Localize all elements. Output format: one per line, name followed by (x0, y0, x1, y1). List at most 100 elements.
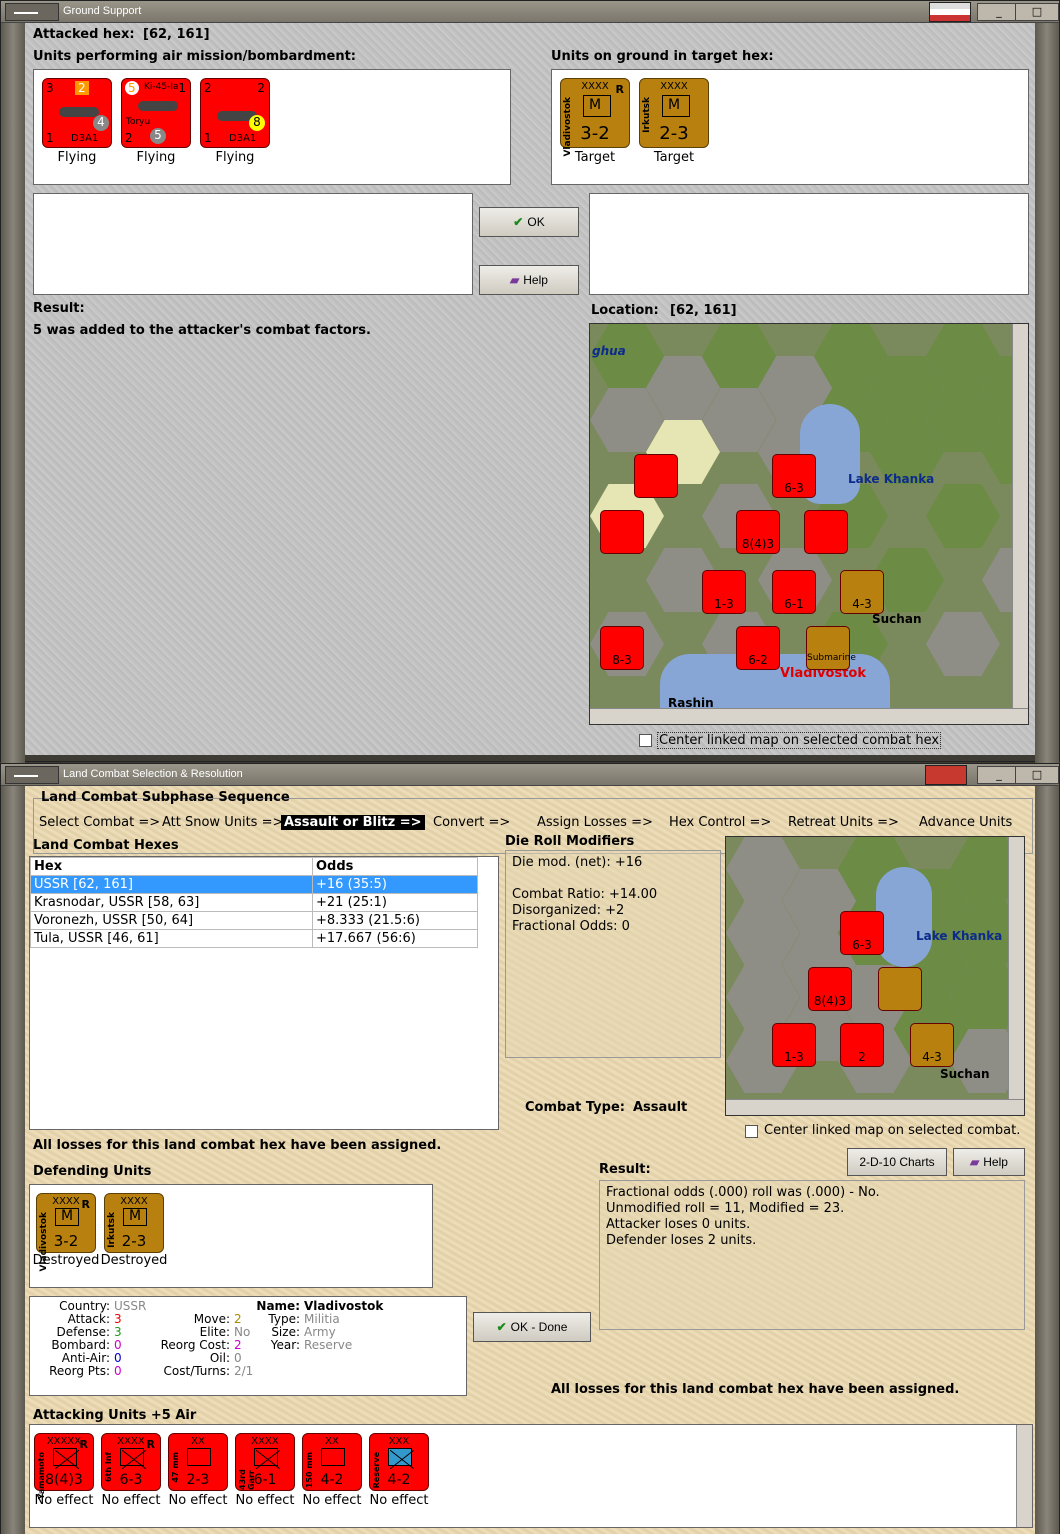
location-value: [62, 161] (670, 303, 737, 318)
infantry-symbol (120, 1448, 144, 1466)
attacker-5-status: No effect (302, 1493, 362, 1508)
attackers-scrollbar[interactable] (1016, 1425, 1032, 1527)
land-combat-window: Land Combat Selection & Resolution _ □ L… (0, 763, 1060, 1534)
target-unit-vladivostok[interactable]: XXXX R Vladivostok M 3-2 (560, 78, 630, 157)
map-unit[interactable]: 4-3 (840, 570, 884, 614)
window-title: Land Combat Selection & Resolution (63, 768, 243, 780)
marine-symbol (388, 1448, 412, 1466)
attacker-5[interactable]: XX 150 mm 4-2 (302, 1433, 362, 1491)
center-combat-map-checkbox[interactable] (745, 1125, 758, 1138)
left-frame (1, 786, 25, 1534)
attacker-6-status: No effect (369, 1493, 429, 1508)
attacker-3[interactable]: XX 47 mm 2-3 (168, 1433, 228, 1491)
hex-col-header[interactable]: Hex (30, 857, 313, 876)
map-unit[interactable]: 6-1 (772, 570, 816, 614)
map-unit[interactable]: 8(4)3 (808, 967, 852, 1011)
air-unit-2[interactable]: 5 Ki-45-Ia 1 Toryu 2 5 (121, 78, 191, 148)
charts-button[interactable]: 2-D-10 Charts (847, 1148, 947, 1176)
window-menu-button[interactable] (5, 3, 59, 21)
air-unit-1-status: Flying (57, 150, 97, 165)
result-panel: Fractional odds (.000) roll was (.000) -… (599, 1180, 1025, 1330)
garrison-symbol (254, 1448, 278, 1466)
flag-icon (925, 765, 967, 785)
hexes-label: Land Combat Hexes (33, 838, 179, 853)
defender-irkutsk[interactable]: XXXX Irkutsk M 2-3 (104, 1193, 164, 1253)
table-row[interactable]: Voronezh, USSR [50, 64] +8.333 (21.5:6) (30, 911, 478, 930)
odds-col-header[interactable]: Odds (312, 857, 478, 876)
drm-label: Die Roll Modifiers (505, 834, 635, 849)
attacker-2[interactable]: XXXX R 6th Inf 6-3 (101, 1433, 161, 1491)
map-unit[interactable]: 6-2 (736, 626, 780, 670)
infantry-symbol (53, 1448, 77, 1466)
table-row[interactable]: Krasnodar, USSR [58, 63] +21 (25:1) (30, 893, 478, 912)
attacking-label: Attacking Units +5 Air (33, 1408, 197, 1423)
attacked-hex-label: Attacked hex: (33, 27, 135, 42)
center-map-checkbox[interactable] (639, 734, 652, 747)
window-menu-button[interactable] (5, 766, 59, 784)
map-unit[interactable]: 1-3 (702, 570, 746, 614)
maximize-button[interactable]: □ (1015, 3, 1059, 21)
defender-2-status: Destroyed (100, 1253, 168, 1268)
combat-type-label: Combat Type: (525, 1100, 625, 1115)
flag-icon (929, 2, 971, 22)
defender-vladivostok[interactable]: XXXX R Vladivostok M 3-2 (36, 1193, 96, 1272)
result-label: Result: (599, 1162, 651, 1177)
window-title: Ground Support (63, 5, 142, 17)
map-unit[interactable]: 4-3 (910, 1023, 954, 1067)
map-unit[interactable]: 2 (840, 1023, 884, 1067)
maximize-button[interactable]: □ (1015, 766, 1059, 784)
air-unit-1[interactable]: 3 2 4 1 D3A1 (42, 78, 112, 148)
help-book-icon: ▰ (970, 1155, 980, 1169)
attacker-2-status: No effect (101, 1493, 161, 1508)
center-map-label: Center linked map on selected combat hex (657, 732, 942, 749)
combat-map[interactable]: Lake Khanka Suchan 6-3 8(4)3 1-3 2 4-3 (725, 836, 1025, 1116)
air-unit-3[interactable]: 2 2 8 1 D3A1 (200, 78, 270, 148)
lake-khanka (876, 867, 932, 967)
map-unit[interactable] (634, 454, 678, 498)
air-units-label: Units performing air mission/bombardment… (33, 49, 357, 64)
help-button[interactable]: ▰ Help (953, 1148, 1025, 1176)
map-unit[interactable] (804, 510, 848, 554)
defender-notes-panel (589, 193, 1029, 295)
help-button[interactable]: ▰ Help (479, 265, 579, 295)
map-unit[interactable]: 8(4)3 (736, 510, 780, 554)
attacker-6[interactable]: XXX Reserve 4-2 (369, 1433, 429, 1491)
map-horizontal-scrollbar[interactable] (726, 1099, 1024, 1115)
air-units-panel: 3 2 4 1 D3A1 Flying 5 Ki-45-Ia 1 Toryu 2… (33, 69, 511, 185)
map-vertical-scrollbar[interactable] (1008, 837, 1024, 1101)
map-unit[interactable] (600, 510, 644, 554)
result-label: Result: (33, 301, 85, 316)
ground-units-label: Units on ground in target hex: (551, 49, 774, 64)
table-row[interactable]: Tula, USSR [46, 61] +17.667 (56:6) (30, 929, 478, 948)
map-horizontal-scrollbar[interactable] (590, 708, 1028, 724)
title-bar[interactable]: Ground Support _ □ (1, 1, 1059, 23)
attacking-units-panel: XXXXX R Yamamoto 8(4)3 No effect XXXX R … (29, 1424, 1033, 1528)
ok-done-button[interactable]: ✔ OK - Done (473, 1312, 591, 1342)
center-combat-map-label: Center linked map on selected combat. (764, 1123, 1021, 1138)
location-map[interactable]: ghua Lake Khanka Suchan Rashin Vladivost… (589, 323, 1029, 725)
seq-assault-blitz: Assault or Blitz => (281, 815, 425, 830)
map-unit[interactable]: 6-3 (840, 911, 884, 955)
table-row[interactable]: USSR [62, 161] +16 (35:5) (30, 875, 478, 894)
map-unit[interactable]: 1-3 (772, 1023, 816, 1067)
attacker-1[interactable]: XXXXX R Yamamoto 8(4)3 (34, 1433, 94, 1499)
drm-panel: Die mod. (net): +16 Combat Ratio: +14.00… (505, 850, 721, 1058)
map-unit[interactable]: 6-3 (772, 454, 816, 498)
seq-retreat: Retreat Units => (788, 815, 899, 830)
artillery-symbol (187, 1448, 211, 1466)
attacked-hex-value: [62, 161] (143, 27, 210, 42)
ok-button[interactable]: ✔ OK (479, 207, 579, 237)
title-bar[interactable]: Land Combat Selection & Resolution _ □ (1, 764, 1059, 786)
attacker-notes-panel (33, 193, 473, 295)
map-unit[interactable]: 8-3 (600, 626, 644, 670)
map-unit[interactable]: Submarine (806, 626, 856, 670)
map-vertical-scrollbar[interactable] (1012, 324, 1028, 710)
target-unit-irkutsk[interactable]: XXXX Irkutsk M 2-3 (639, 78, 709, 148)
hexes-list[interactable]: Hex Odds USSR [62, 161] +16 (35:5) Krasnod… (29, 856, 499, 1130)
unit-info-panel: Country: USSR Attack: 3 Defense: 3 Bomba… (29, 1296, 467, 1396)
map-unit[interactable] (878, 967, 922, 1011)
attacker-4[interactable]: XXXX 43rd Garr 6-1 (235, 1433, 295, 1491)
check-icon: ✔ (513, 215, 524, 229)
right-frame (1035, 23, 1059, 763)
aircraft-icon (59, 107, 99, 117)
